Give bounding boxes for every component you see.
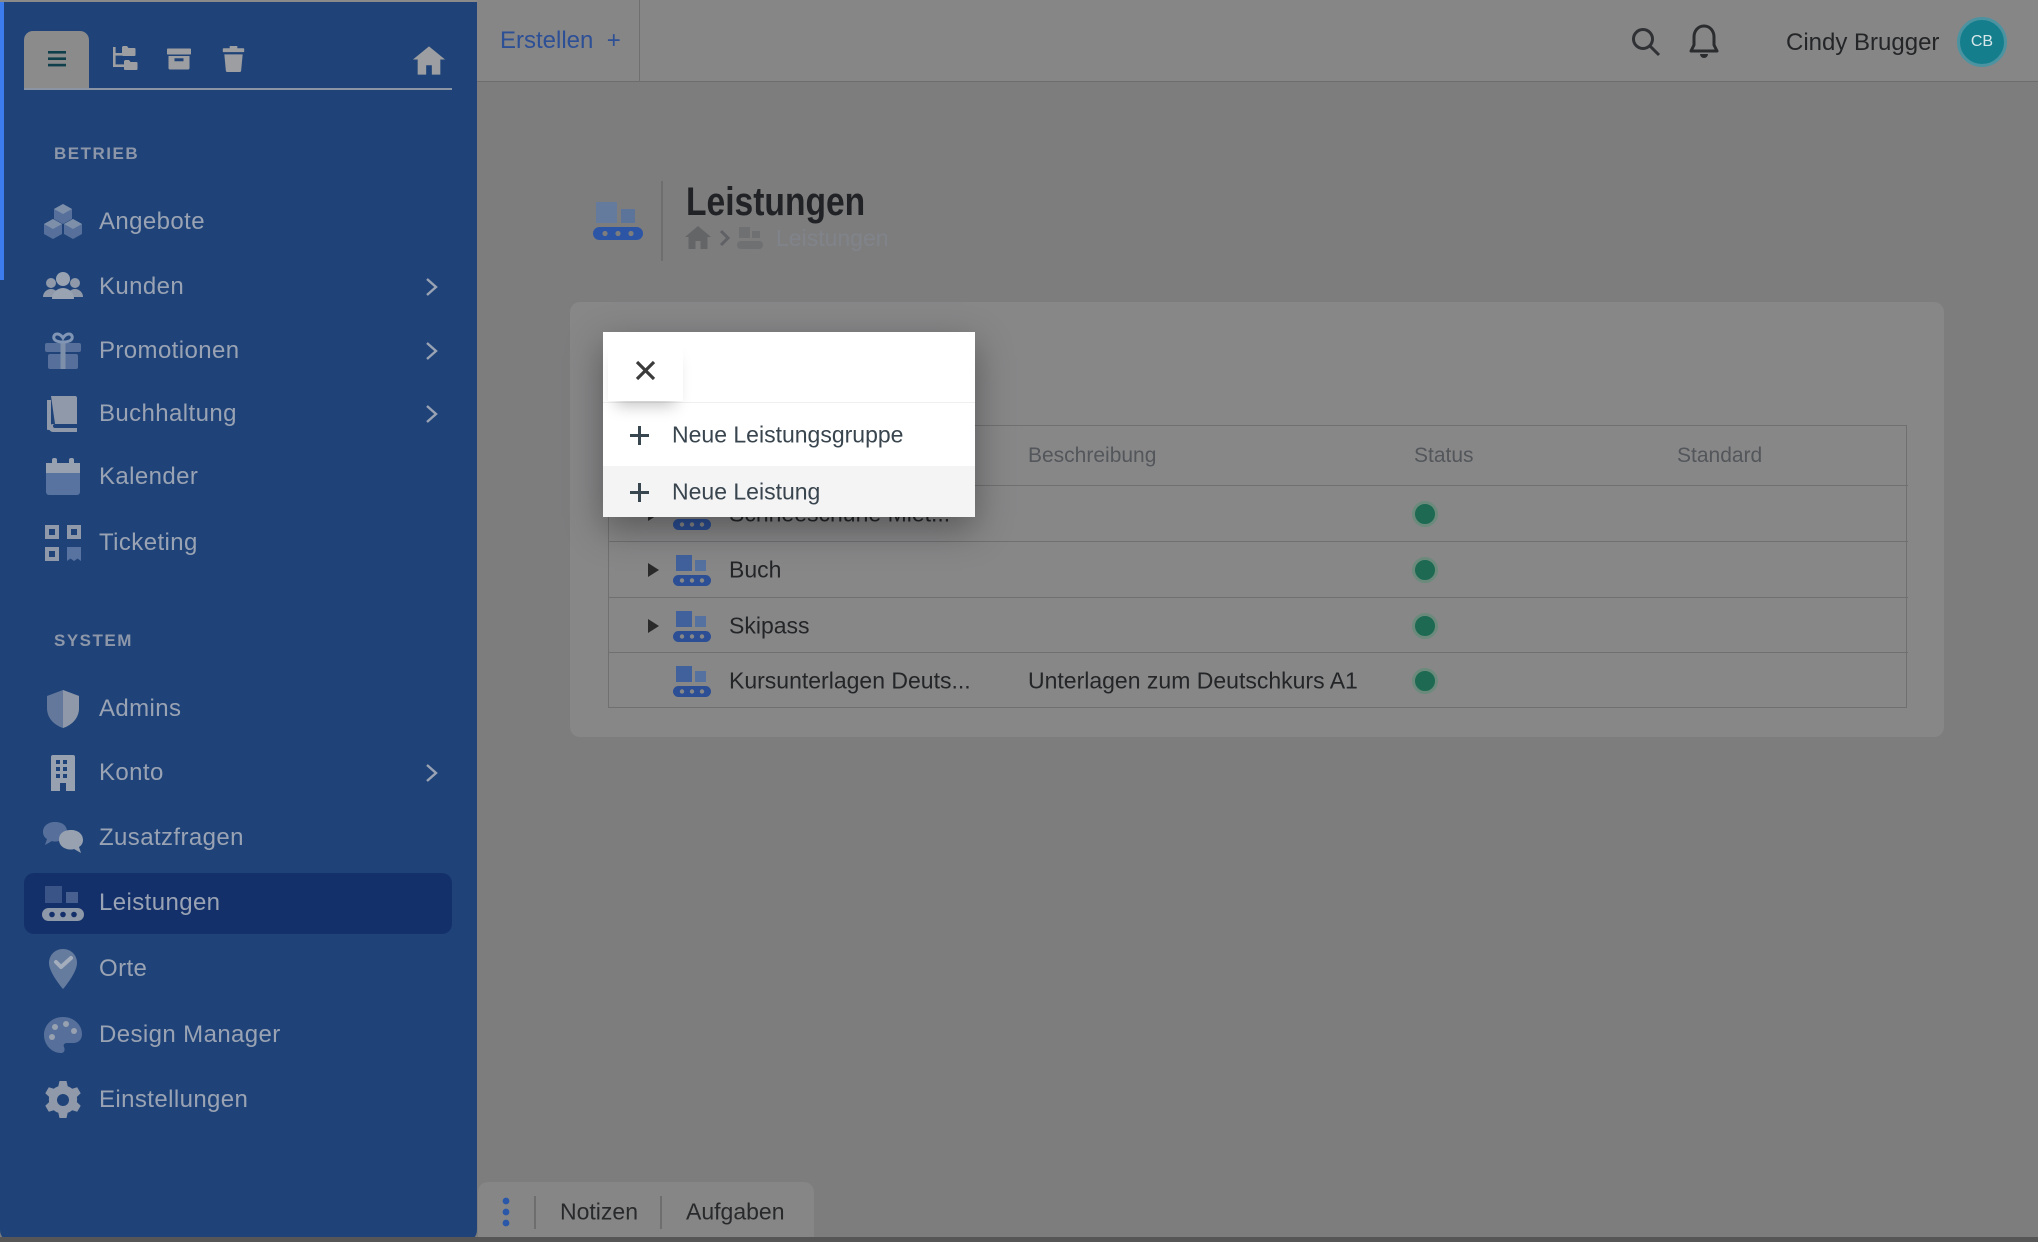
svg-text:Leistungen: Leistungen (776, 225, 889, 251)
